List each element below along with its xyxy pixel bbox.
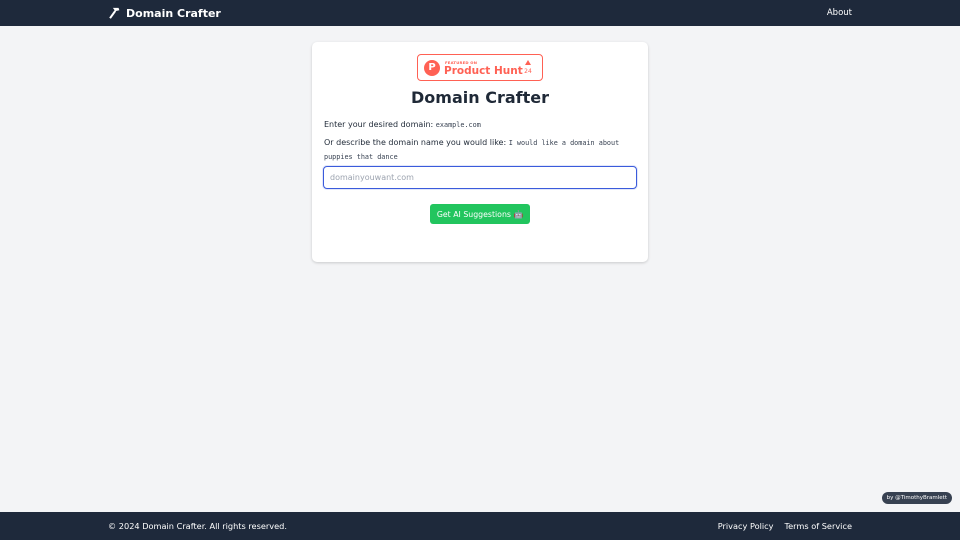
top-navbar: Domain Crafter About [0,0,960,26]
terms-of-service-link[interactable]: Terms of Service [785,521,852,531]
brand-name: Domain Crafter [126,6,221,20]
nav-about-link[interactable]: About [827,0,852,26]
instruction-domain-example: example.com [435,121,481,129]
page-title: Domain Crafter [411,88,549,107]
get-ai-suggestions-button[interactable]: Get AI Suggestions 🤖 [430,204,530,224]
author-badge[interactable]: by @TimothyBramlett [881,492,952,504]
copyright-text: © 2024 Domain Crafter. All rights reserv… [108,521,287,531]
hammer-icon [109,7,120,19]
main-card: P FEATURED ON Product Hunt 24 Domain Cra… [312,42,648,262]
product-hunt-logo-icon: P [424,60,440,76]
instruction-describe: Or describe the domain name you would li… [324,136,624,164]
upvote-arrow-icon [525,60,531,65]
instruction-domain: Enter your desired domain: example.com [324,120,481,129]
product-hunt-name: Product Hunt [444,65,523,77]
footer: © 2024 Domain Crafter. All rights reserv… [0,512,960,540]
brand-link[interactable]: Domain Crafter [108,0,221,26]
instruction-domain-text: Enter your desired domain: [324,120,436,129]
product-hunt-badge[interactable]: P FEATURED ON Product Hunt 24 [417,54,543,81]
instruction-describe-text: Or describe the domain name you would li… [324,138,509,147]
upvote-count: 24 [524,68,532,75]
footer-links: Privacy Policy Terms of Service [718,512,852,540]
privacy-policy-link[interactable]: Privacy Policy [718,521,774,531]
domain-input[interactable] [323,166,637,189]
